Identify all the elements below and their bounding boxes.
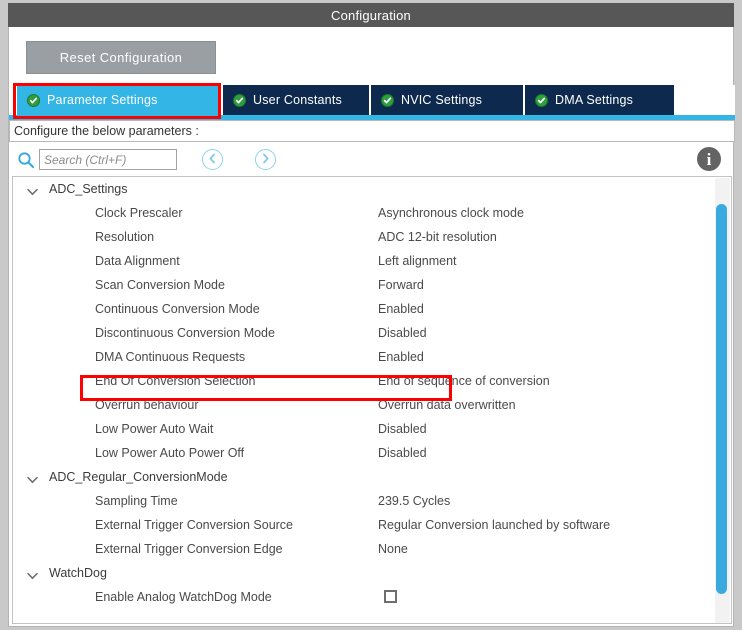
chevron-right-icon [261, 151, 270, 169]
parameter-value: None [378, 542, 408, 556]
tab-strip: Parameter Settings User Constants NVIC Set… [9, 85, 735, 115]
search-toolbar: i [9, 144, 735, 176]
search-icon [17, 151, 35, 169]
parameter-row[interactable]: DMA Continuous Requests Enabled [13, 345, 731, 369]
parameter-value: Enabled [378, 302, 424, 316]
parameter-name: DMA Continuous Requests [95, 350, 246, 364]
tab-nvic-settings[interactable]: NVIC Settings [371, 85, 523, 115]
vertical-scrollbar-thumb[interactable] [716, 204, 727, 594]
green-check-icon [27, 93, 40, 107]
parameter-name: Resolution [95, 230, 155, 244]
tab-user-constants[interactable]: User Constants [223, 85, 369, 115]
chevron-down-icon [27, 569, 38, 579]
configuration-panel: Reset Configuration Parameter Settings Us… [8, 27, 735, 627]
parameter-name: Overrun behaviour [95, 398, 199, 412]
parameter-name: External Trigger Conversion Edge [95, 542, 283, 556]
parameter-rows-container: ADC_Settings Clock Prescaler Asynchronous … [13, 177, 731, 609]
window-title: Configuration [331, 7, 411, 23]
parameter-name: Continuous Conversion Mode [95, 302, 260, 316]
parameter-name: Discontinuous Conversion Mode [95, 326, 275, 340]
configuration-window: Configuration Reset Configuration Parame… [0, 0, 742, 630]
parameter-value: Enabled [378, 350, 424, 364]
parameter-value: End of sequence of conversion [378, 374, 550, 388]
parameter-row[interactable]: Discontinuous Conversion Mode Disabled [13, 321, 731, 345]
parameter-value: Asynchronous clock mode [378, 206, 524, 220]
parameter-name: Enable Analog WatchDog Mode [95, 590, 272, 604]
configure-instruction-bar: Configure the below parameters : [9, 120, 735, 142]
green-check-icon [381, 93, 394, 107]
parameter-checkbox[interactable] [384, 590, 397, 603]
parameter-group-label: ADC_Regular_ConversionMode [49, 470, 228, 484]
vertical-scrollbar-track[interactable] [715, 178, 730, 623]
configure-instruction-text: Configure the below parameters : [14, 124, 199, 138]
info-glyph: i [706, 149, 712, 169]
search-prev-button[interactable] [202, 149, 223, 170]
parameter-value: ADC 12-bit resolution [378, 230, 497, 244]
parameter-name: Data Alignment [95, 254, 180, 268]
reset-configuration-label: Reset Configuration [59, 50, 183, 65]
parameter-row[interactable]: Overrun behaviour Overrun data overwritte… [13, 393, 731, 417]
parameter-group-adc_regular_conversionmode[interactable]: ADC_Regular_ConversionMode [13, 465, 731, 489]
parameter-name: Scan Conversion Mode [95, 278, 225, 292]
parameter-row[interactable]: Scan Conversion Mode Forward [13, 273, 731, 297]
parameter-group-label: WatchDog [49, 566, 107, 580]
parameter-row[interactable]: Enable Analog WatchDog Mode [13, 585, 731, 609]
parameter-value: Disabled [378, 422, 427, 436]
parameter-value: Forward [378, 278, 424, 292]
chevron-down-icon [27, 473, 38, 483]
reset-configuration-button[interactable]: Reset Configuration [26, 41, 216, 74]
parameter-row[interactable]: External Trigger Conversion Source Regula… [13, 513, 731, 537]
parameter-value: Regular Conversion launched by software [378, 518, 611, 532]
parameter-row[interactable]: Clock Prescaler Asynchronous clock mode [13, 201, 731, 225]
tab-label: NVIC Settings [401, 93, 483, 107]
tab-label: Parameter Settings [47, 93, 158, 107]
window-title-bar: Configuration [8, 3, 734, 27]
info-icon[interactable]: i [697, 147, 721, 171]
tab-label: User Constants [253, 93, 342, 107]
parameter-value: Disabled [378, 326, 427, 340]
parameter-value: Overrun data overwritten [378, 398, 516, 412]
green-check-icon [535, 93, 548, 107]
green-check-icon [233, 93, 246, 107]
search-next-button[interactable] [255, 149, 276, 170]
tab-dma-settings[interactable]: DMA Settings [525, 85, 674, 115]
parameter-row[interactable]: Resolution ADC 12-bit resolution [13, 225, 731, 249]
parameter-value: Disabled [378, 446, 427, 460]
parameter-name: End Of Conversion Selection [95, 374, 256, 388]
parameter-list: ADC_Settings Clock Prescaler Asynchronous … [12, 176, 732, 624]
chevron-left-icon [208, 151, 217, 169]
parameter-row[interactable]: Data Alignment Left alignment [13, 249, 731, 273]
parameter-name: External Trigger Conversion Source [95, 518, 294, 532]
tab-parameter-settings[interactable]: Parameter Settings [17, 85, 221, 115]
chevron-down-icon [27, 185, 38, 195]
parameter-group-adc_settings[interactable]: ADC_Settings [13, 177, 731, 201]
parameter-row[interactable]: Sampling Time 239.5 Cycles [13, 489, 731, 513]
parameter-value: 239.5 Cycles [378, 494, 451, 508]
parameter-row[interactable]: Low Power Auto Wait Disabled [13, 417, 731, 441]
parameter-name: Low Power Auto Power Off [95, 446, 245, 460]
parameter-group-watchdog[interactable]: WatchDog [13, 561, 731, 585]
search-input[interactable] [39, 149, 177, 170]
parameter-name: Sampling Time [95, 494, 178, 508]
parameter-name: Low Power Auto Wait [95, 422, 214, 436]
parameter-row[interactable]: External Trigger Conversion Edge None [13, 537, 731, 561]
tab-label: DMA Settings [555, 93, 634, 107]
parameter-row[interactable]: Low Power Auto Power Off Disabled [13, 441, 731, 465]
parameter-row[interactable]: Continuous Conversion Mode Enabled [13, 297, 731, 321]
parameter-name: Clock Prescaler [95, 206, 183, 220]
parameter-value: Left alignment [378, 254, 457, 268]
parameter-row[interactable]: End Of Conversion Selection End of sequen… [13, 369, 731, 393]
parameter-group-label: ADC_Settings [49, 182, 128, 196]
